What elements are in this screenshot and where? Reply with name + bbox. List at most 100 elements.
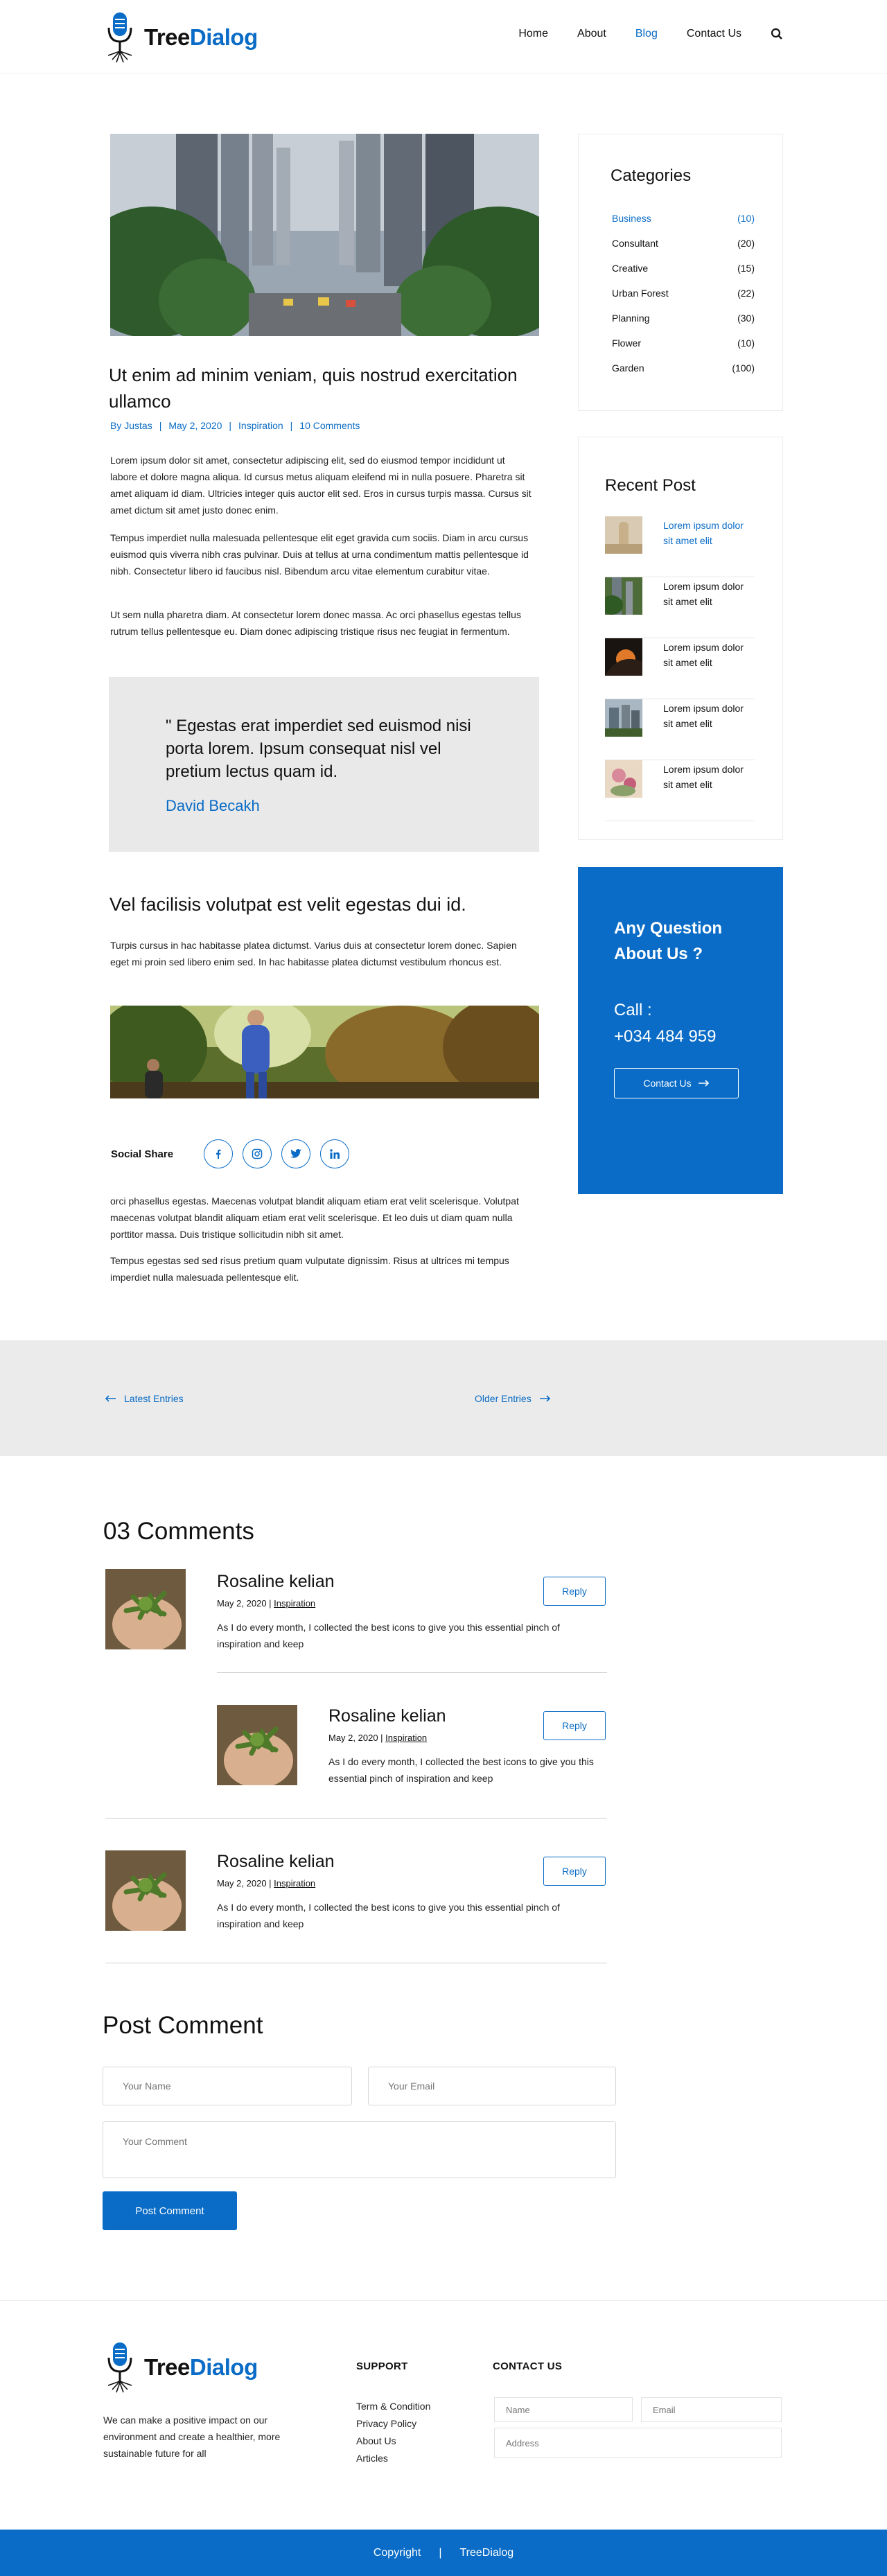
article-paragraph: Turpis cursus in hac habitasse platea di… xyxy=(110,940,517,967)
nav-blog[interactable]: Blog xyxy=(635,28,658,40)
support-links: Term & Condition Privacy Policy About Us… xyxy=(356,2398,430,2467)
comment-avatar xyxy=(217,1705,297,1785)
recent-post-thumbnail xyxy=(605,516,642,554)
reply-button[interactable]: Reply xyxy=(543,1857,606,1886)
linkedin-icon xyxy=(330,1149,340,1159)
recent-post-item[interactable]: Lorem ipsum dolor sit amet elit xyxy=(605,638,755,699)
footer-link-terms[interactable]: Term & Condition xyxy=(356,2398,430,2415)
email-input[interactable] xyxy=(368,2067,616,2105)
comment-tag-link[interactable]: Inspiration xyxy=(274,1878,315,1889)
social-share-label: Social Share xyxy=(111,1148,174,1160)
comment-author: Rosaline kelian xyxy=(217,1852,335,1871)
recent-post-title: Lorem ipsum dolor sit amet elit xyxy=(663,520,744,546)
nav-contact[interactable]: Contact Us xyxy=(687,28,741,40)
article-title: Ut enim ad minim veniam, quis nostrud ex… xyxy=(109,365,518,412)
category-item[interactable]: Business (10) xyxy=(612,213,755,224)
comment-divider xyxy=(105,1818,607,1819)
instagram-share-button[interactable] xyxy=(243,1139,272,1168)
recent-posts-title: Recent Post xyxy=(605,476,696,495)
facebook-share-button[interactable] xyxy=(204,1139,234,1168)
category-item[interactable]: Planning (30) xyxy=(612,313,755,324)
footer-link-privacy[interactable]: Privacy Policy xyxy=(356,2415,430,2433)
copyright-divider: | xyxy=(439,2546,442,2559)
recent-post-title: Lorem ipsum dolor sit amet elit xyxy=(663,642,744,668)
categories-widget: Categories Business (10) Consultant (20) C… xyxy=(578,134,783,411)
comment-tag-link[interactable]: Inspiration xyxy=(274,1598,315,1609)
recent-post-item[interactable]: Lorem ipsum dolor sit amet elit xyxy=(605,577,755,638)
cta-title: Any Question About Us ? xyxy=(614,919,723,963)
meta-author[interactable]: By Justas xyxy=(110,420,152,431)
site-logo[interactable]: TreeDialog xyxy=(103,11,258,64)
copyright-label: Copyright xyxy=(373,2546,421,2559)
copyright-brand: TreeDialog xyxy=(459,2546,514,2559)
logo-wordmark: TreeDialog xyxy=(144,24,258,50)
category-item[interactable]: Consultant (20) xyxy=(612,238,755,249)
linkedin-share-button[interactable] xyxy=(320,1139,350,1168)
category-item[interactable]: Flower (10) xyxy=(612,338,755,349)
arrow-right-icon xyxy=(698,1080,709,1087)
category-item[interactable]: Urban Forest (22) xyxy=(612,288,755,299)
post-comment-title: Post Comment xyxy=(103,2012,263,2039)
contact-us-button[interactable]: Contact Us xyxy=(614,1068,739,1098)
cta-phone[interactable]: +034 484 959 xyxy=(614,1024,716,1050)
recent-post-title: Lorem ipsum dolor sit amet elit xyxy=(663,581,744,607)
comment-date: May 2, 2020 | Inspiration xyxy=(328,1733,428,1743)
cta-call-label: Call : xyxy=(614,1001,652,1019)
meta-category[interactable]: Inspiration xyxy=(238,420,283,431)
article-meta: By Justas | May 2, 2020 | Inspiration | … xyxy=(110,420,360,431)
article-subheading: Vel facilisis volutpat est velit egestas… xyxy=(109,894,466,915)
contact-cta-panel: Any Question About Us ? Call : +034 484 … xyxy=(578,867,783,1194)
category-item[interactable]: Garden (100) xyxy=(612,362,755,374)
comment-divider xyxy=(217,1672,607,1673)
comment-date: May 2, 2020 | Inspiration xyxy=(217,1878,316,1889)
support-heading: SUPPORT xyxy=(356,2360,408,2372)
meta-comments[interactable]: 10 Comments xyxy=(299,420,360,431)
recent-post-item[interactable]: Lorem ipsum dolor sit amet elit xyxy=(605,760,755,821)
recent-post-item[interactable]: Lorem ipsum dolor sit amet elit xyxy=(605,516,755,577)
comment-avatar xyxy=(105,1569,186,1649)
recent-post-thumbnail xyxy=(605,760,642,798)
comment-author: Rosaline kelian xyxy=(328,1706,446,1726)
meta-divider: | xyxy=(159,420,162,431)
comment-text: As I do every month, I collected the bes… xyxy=(328,1756,594,1784)
footer-logo[interactable]: TreeDialog xyxy=(103,2341,258,2394)
copyright-bar: Copyright | TreeDialog xyxy=(0,2530,887,2576)
twitter-share-button[interactable] xyxy=(281,1139,311,1168)
footer-name-input[interactable] xyxy=(494,2397,633,2422)
reply-button[interactable]: Reply xyxy=(543,1711,606,1740)
latest-entries-link[interactable]: Latest Entries xyxy=(105,1393,184,1404)
category-item[interactable]: Creative (15) xyxy=(612,263,755,274)
contact-us-label: Contact Us xyxy=(643,1078,692,1089)
article-inline-image xyxy=(110,1006,539,1098)
site-header: TreeDialog Home About Blog Contact Us xyxy=(0,0,887,73)
quote-author: David Becakh xyxy=(166,797,260,814)
recent-posts-widget: Recent Post Lorem ipsum dolor sit amet e… xyxy=(578,437,783,840)
post-pagination: Latest Entries Older Entries xyxy=(0,1340,887,1456)
comment-text: As I do every month, I collected the bes… xyxy=(217,1622,560,1649)
nav-about[interactable]: About xyxy=(577,28,606,40)
meta-date[interactable]: May 2, 2020 xyxy=(168,420,222,431)
footer-email-input[interactable] xyxy=(641,2397,782,2422)
footer-link-about[interactable]: About Us xyxy=(356,2433,430,2450)
recent-post-item[interactable]: Lorem ipsum dolor sit amet elit xyxy=(605,699,755,760)
comment-text: As I do every month, I collected the bes… xyxy=(217,1902,560,1929)
footer-link-articles[interactable]: Articles xyxy=(356,2450,430,2467)
post-comment-button[interactable]: Post Comment xyxy=(103,2191,237,2230)
article-hero-image xyxy=(110,134,539,336)
older-entries-link[interactable]: Older Entries xyxy=(475,1393,551,1404)
name-input[interactable] xyxy=(103,2067,352,2105)
recent-post-thumbnail xyxy=(605,699,642,737)
footer-divider xyxy=(0,2300,887,2301)
comment-tag-link[interactable]: Inspiration xyxy=(385,1733,427,1743)
microphone-tree-icon xyxy=(107,12,132,63)
search-icon[interactable] xyxy=(771,28,783,40)
reply-button[interactable]: Reply xyxy=(543,1577,606,1606)
meta-divider: | xyxy=(229,420,232,431)
nav-home[interactable]: Home xyxy=(518,28,548,40)
blockquote: " Egestas erat imperdiet sed euismod nis… xyxy=(109,677,539,852)
recent-post-thumbnail xyxy=(605,577,642,615)
quote-text: " Egestas erat imperdiet sed euismod nis… xyxy=(166,717,471,781)
footer-address-input[interactable] xyxy=(494,2428,782,2458)
comment-textarea[interactable] xyxy=(103,2121,616,2178)
recent-post-title: Lorem ipsum dolor sit amet elit xyxy=(663,703,744,729)
